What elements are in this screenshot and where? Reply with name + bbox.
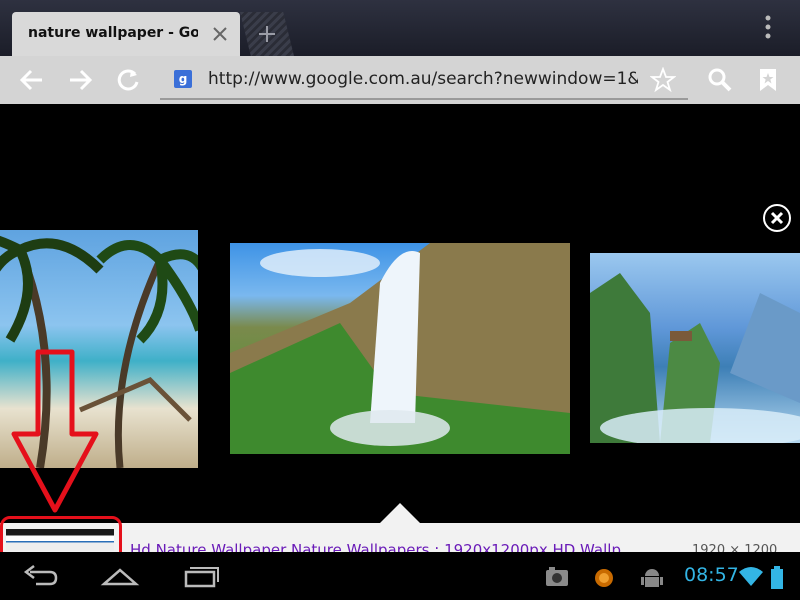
tab-active[interactable]: nature wallpaper - Googl… (12, 12, 240, 56)
tab-title: nature wallpaper - Googl… (28, 25, 198, 41)
result-title-link[interactable]: Hd Nature Wallpaper Nature Wallpapers : … (130, 541, 621, 552)
screenshot-notification-icon[interactable] (544, 566, 570, 592)
result-pointer (380, 503, 420, 523)
url-text[interactable]: http://www.google.com.au/search?newwindo… (208, 69, 638, 89)
sync-notification-icon[interactable] (592, 566, 616, 594)
plus-icon (259, 26, 275, 42)
back-nav-icon[interactable] (22, 564, 60, 592)
google-favicon-icon: g (174, 70, 192, 88)
reload-icon[interactable] (114, 66, 142, 94)
new-tab-button[interactable] (240, 12, 294, 56)
bookmark-star-icon[interactable] (649, 66, 677, 93)
result-dimensions: 1920 × 1200 (692, 543, 778, 552)
browser-toolbar: g http://www.google.com.au/search?newwin… (0, 56, 800, 104)
system-navigation-bar: 08:57 (0, 552, 800, 600)
recent-apps-icon[interactable] (182, 564, 220, 592)
wifi-icon (738, 566, 764, 592)
waterfall-image[interactable] (230, 243, 570, 454)
battery-icon (770, 566, 784, 594)
home-nav-icon[interactable] (100, 564, 140, 592)
clock: 08:57 (684, 564, 739, 586)
red-arrow-annotation (11, 349, 99, 513)
address-bar[interactable]: g http://www.google.com.au/search?newwin… (160, 64, 688, 100)
forward-arrow-icon[interactable] (66, 66, 94, 94)
back-arrow-icon[interactable] (18, 66, 46, 94)
overflow-menu-icon[interactable] (758, 14, 778, 42)
fantasy-landscape-image[interactable] (590, 253, 800, 443)
close-viewer-icon[interactable] (763, 204, 791, 232)
tab-strip: nature wallpaper - Googl… (0, 0, 800, 56)
android-debug-icon[interactable] (640, 566, 664, 594)
close-tab-icon[interactable] (210, 24, 230, 44)
search-icon[interactable] (706, 66, 734, 94)
bookmarks-icon[interactable] (754, 66, 782, 94)
